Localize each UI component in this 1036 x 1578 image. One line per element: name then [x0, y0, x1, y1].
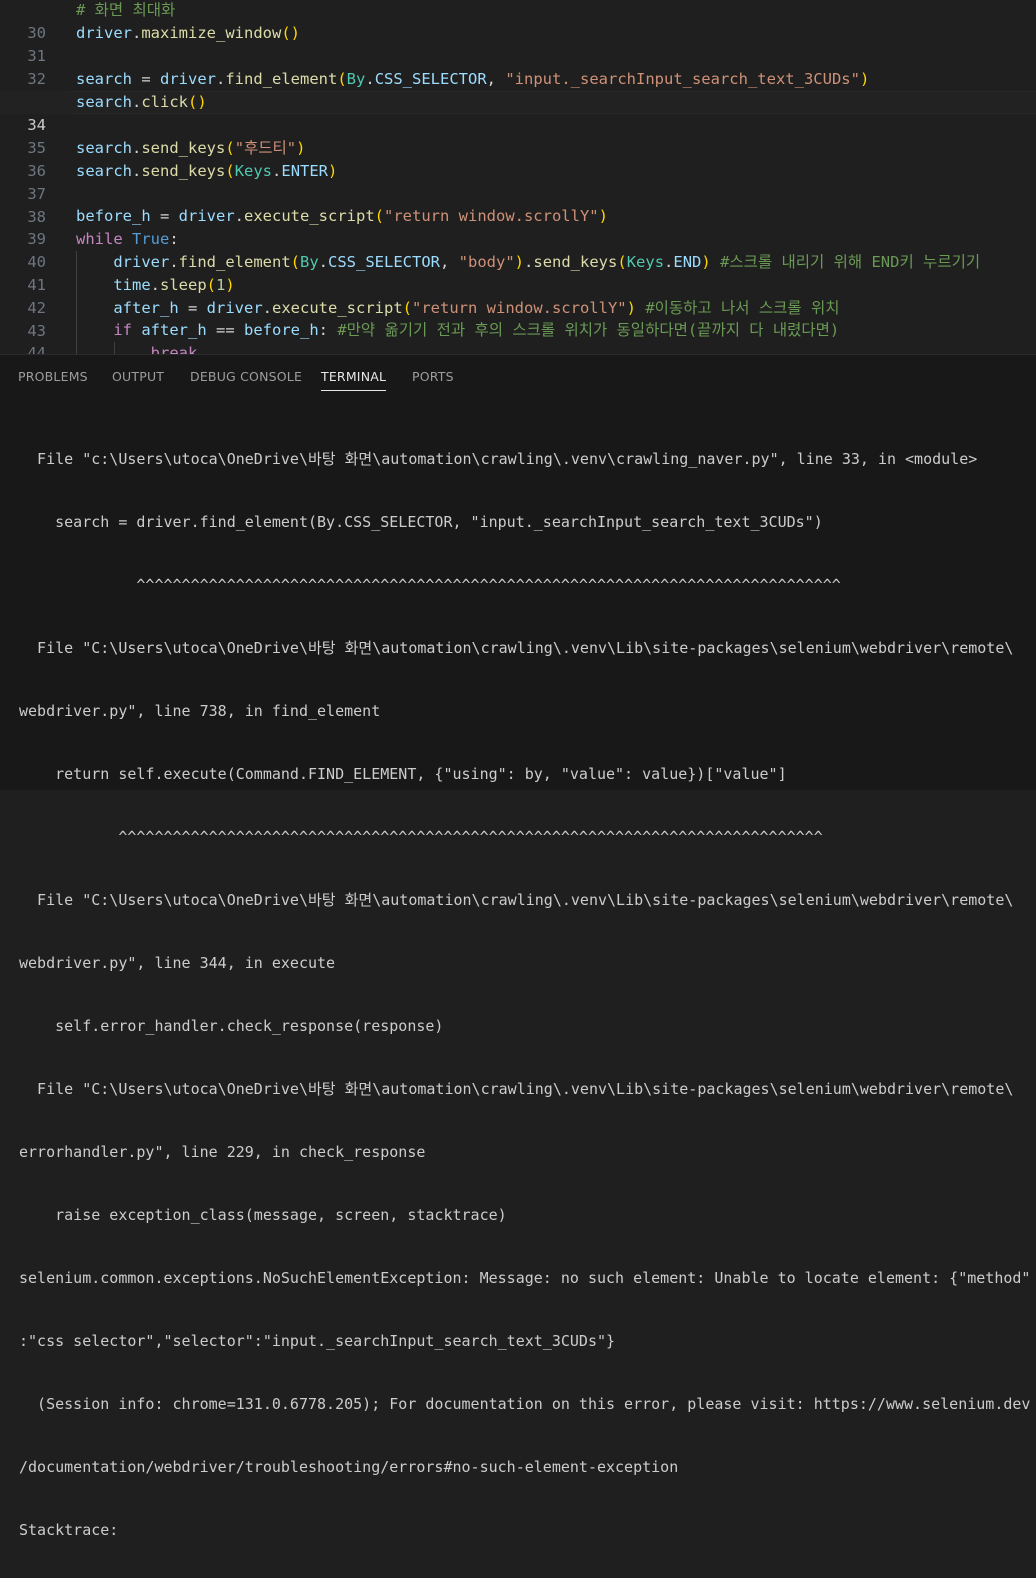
terminal-line: File "C:\Users\utoca\OneDrive\바탕 화면\auto… [19, 1080, 1014, 1098]
editor-line[interactable]: 33 search = driver.find_element(By.CSS_S… [0, 68, 1036, 111]
tab-terminal[interactable]: TERMINAL [321, 369, 387, 391]
panel-tab-bar: PROBLEMS OUTPUT DEBUG CONSOLE TERMINAL P… [0, 355, 1036, 399]
editor-line[interactable]: 41 driver.find_element(By.CSS_SELECTOR, … [0, 251, 1036, 294]
terminal-line: return self.execute(Command.FIND_ELEMENT… [19, 765, 787, 783]
tab-ports[interactable]: PORTS [412, 369, 454, 390]
bottom-panel: PROBLEMS OUTPUT DEBUG CONSOLE TERMINAL P… [0, 354, 1036, 1539]
code-text: time.sleep(1) [113, 276, 235, 294]
terminal-line: File "C:\Users\utoca\OneDrive\바탕 화면\auto… [19, 891, 1014, 909]
code-editor[interactable]: 30 # 화면 최대화 31 driver.maximize_window() … [0, 0, 1036, 354]
tab-output[interactable]: OUTPUT [112, 369, 164, 390]
editor-line[interactable]: 40 while True: [0, 228, 1036, 271]
editor-line-active[interactable]: 34 search.click() [0, 91, 1036, 134]
code-text: search.click() [76, 93, 207, 111]
terminal-line: File "C:\Users\utoca\OneDrive\바탕 화면\auto… [19, 639, 1014, 657]
terminal-line: webdriver.py", line 344, in execute [19, 954, 336, 972]
editor-line[interactable]: 35 [0, 114, 1036, 157]
terminal-line: errorhandler.py", line 229, in check_res… [19, 1143, 426, 1161]
editor-line[interactable]: 39 before_h = driver.execute_script("ret… [0, 205, 1036, 248]
terminal-line: (Session info: chrome=131.0.6778.205); F… [19, 1395, 1031, 1413]
code-text: break [150, 344, 198, 354]
terminal-line: ^^^^^^^^^^^^^^^^^^^^^^^^^^^^^^^^^^^^^^^^… [19, 828, 823, 846]
editor-line[interactable]: 38 [0, 183, 1036, 226]
tab-debug-console[interactable]: DEBUG CONSOLE [190, 369, 302, 390]
code-text: after_h = driver.execute_script("return … [113, 299, 840, 317]
editor-line[interactable]: 42 time.sleep(1) [0, 274, 1036, 317]
terminal-line: selenium.common.exceptions.NoSuchElement… [19, 1269, 1031, 1287]
code-text: before_h = driver.execute_script("return… [76, 207, 608, 225]
code-text: search.send_keys("후드티") [76, 139, 306, 157]
editor-line[interactable]: 36 search.send_keys("후드티") [0, 137, 1036, 180]
editor-line[interactable]: 32 [0, 45, 1036, 88]
terminal-line: File "c:\Users\utoca\OneDrive\바탕 화면\auto… [19, 450, 978, 468]
code-text: # 화면 최대화 [76, 0, 175, 22]
editor-line[interactable]: 44 if after_h == before_h: #만약 옮기기 전과 후의… [0, 319, 1036, 354]
terminal-output[interactable]: File "c:\Users\utoca\OneDrive\바탕 화면\auto… [19, 407, 1031, 1578]
terminal-line: search = driver.find_element(By.CSS_SELE… [19, 513, 823, 531]
terminal-line: self.error_handler.check_response(respon… [19, 1017, 444, 1035]
terminal-line: Stacktrace: [19, 1521, 119, 1539]
code-text: search = driver.find_element(By.CSS_SELE… [76, 70, 870, 88]
editor-line[interactable]: 37 search.send_keys(Keys.ENTER) [0, 160, 1036, 203]
editor-line[interactable]: 43 after_h = driver.execute_script("retu… [0, 297, 1036, 340]
terminal-line: ^^^^^^^^^^^^^^^^^^^^^^^^^^^^^^^^^^^^^^^^… [19, 576, 841, 594]
editor-line[interactable]: 31 driver.maximize_window() [0, 22, 1036, 65]
code-comment: # 화면 최대화 [76, 1, 176, 19]
terminal-line: :"css selector","selector":"input._searc… [19, 1332, 616, 1350]
terminal-line: webdriver.py", line 738, in find_element [19, 702, 381, 720]
editor-line[interactable]: 30 # 화면 최대화 [0, 0, 1036, 42]
code-text: search.send_keys(Keys.ENTER) [76, 162, 338, 180]
tab-problems[interactable]: PROBLEMS [18, 369, 88, 390]
code-text: while True: [76, 230, 179, 248]
terminal-line: /documentation/webdriver/troubleshooting… [19, 1458, 679, 1476]
code-text: if after_h == before_h: #만약 옮기기 전과 후의 스크… [113, 321, 840, 339]
code-text: driver.find_element(By.CSS_SELECTOR, "bo… [113, 253, 981, 271]
editor-line[interactable]: 45 break [0, 342, 1036, 354]
terminal-line: raise exception_class(message, screen, s… [19, 1206, 507, 1224]
code-text: driver.maximize_window() [76, 24, 300, 42]
